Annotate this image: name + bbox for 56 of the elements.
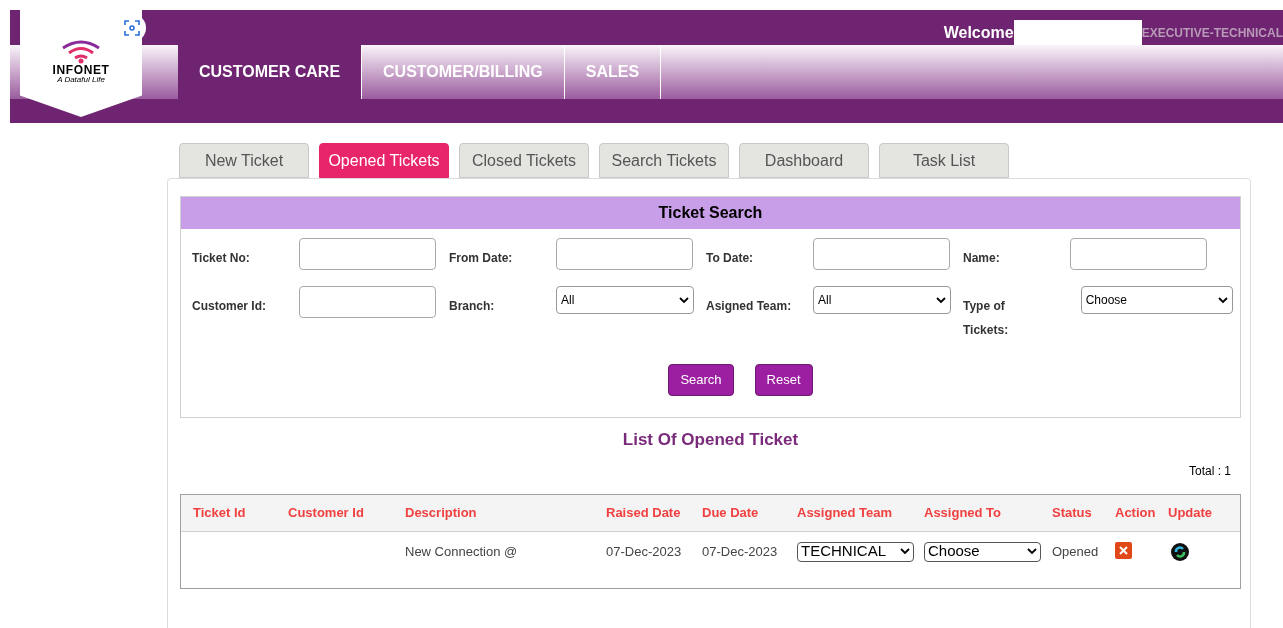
chevron-down-icon <box>1027 548 1037 555</box>
select-field[interactable]: Choose <box>1080 286 1233 314</box>
refresh-icon[interactable] <box>1170 541 1190 562</box>
scan-icon <box>124 20 140 36</box>
column-header: Update <box>1168 503 1214 522</box>
column-header: Assigned To <box>924 503 1003 522</box>
chevron-down-icon <box>936 296 946 304</box>
select-field[interactable]: All <box>813 286 951 314</box>
chevron-down-icon <box>1218 296 1228 304</box>
logo-tagline: A Dataful Life <box>57 76 105 84</box>
form-button[interactable]: Reset <box>754 364 813 396</box>
ticket-tab[interactable]: Task List <box>879 143 1009 178</box>
nav-tab[interactable]: CUSTOMER CARE <box>178 45 363 99</box>
chevron-down-icon <box>679 296 689 304</box>
ticket-tab[interactable]: Dashboard <box>739 143 869 178</box>
select-field[interactable]: All <box>556 286 694 314</box>
field-label: Ticket No: <box>192 250 251 267</box>
column-header: Due Date <box>702 503 760 522</box>
field-label: From Date: <box>449 250 514 267</box>
welcome-text: Welcome <box>943 23 1014 43</box>
table-cell-text: 07-Dec-2023 <box>606 542 682 561</box>
table-cell-text: 07-Dec-2023 <box>702 542 778 561</box>
list-title: List Of Opened Ticket <box>621 429 800 451</box>
field-label: Asigned Team: <box>706 298 793 315</box>
column-header: Raised Date <box>606 503 682 522</box>
input-field[interactable] <box>556 238 693 270</box>
ticket-tab[interactable]: Search Tickets <box>599 143 729 178</box>
input-field[interactable] <box>299 238 436 270</box>
logo-text: INFONET <box>52 64 110 76</box>
ticket-tab[interactable]: Closed Tickets <box>459 143 589 178</box>
chevron-down-icon <box>900 548 910 555</box>
field-label: To Date: <box>706 250 755 267</box>
table-cell-text: Opened <box>1052 542 1099 561</box>
close-icon[interactable] <box>1115 541 1132 559</box>
column-header: Assigned Team <box>797 503 894 522</box>
column-header: Customer Id <box>288 503 365 522</box>
form-button[interactable]: Search <box>668 364 734 396</box>
ticket-tab[interactable]: Opened Tickets <box>319 143 449 178</box>
input-field[interactable] <box>1070 238 1207 270</box>
select-field[interactable]: TECHNICAL <box>797 541 914 562</box>
column-header: Ticket Id <box>193 503 247 522</box>
column-header: Status <box>1052 503 1093 522</box>
column-header: Description <box>405 503 478 522</box>
table-cell-text: New Connection @ <box>405 542 518 561</box>
field-label: Name: <box>963 250 1001 267</box>
field-label: Branch: <box>449 298 496 315</box>
input-field[interactable] <box>813 238 950 270</box>
input-field[interactable] <box>299 286 436 318</box>
column-header: Action <box>1115 503 1157 522</box>
select-field[interactable]: Choose <box>924 541 1041 562</box>
field-label: Customer Id: <box>192 298 267 315</box>
user-role: EXECUTIVE-TECHNICAL <box>1141 25 1283 42</box>
field-label: Type of Tickets: <box>963 298 1010 339</box>
ticket-tab[interactable]: New Ticket <box>179 143 309 178</box>
panel-title: Ticket Search <box>181 197 1240 229</box>
total-count: Total : 1 <box>1188 462 1231 480</box>
